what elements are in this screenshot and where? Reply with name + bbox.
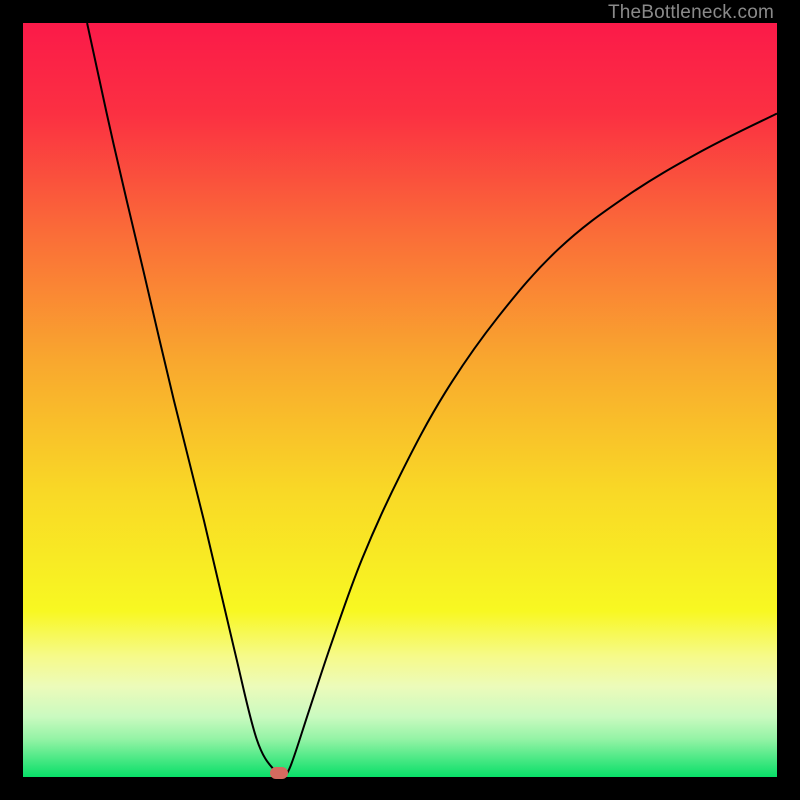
chart-frame [23, 23, 777, 777]
optimal-point-marker [270, 767, 288, 779]
watermark-text: TheBottleneck.com [608, 2, 774, 24]
bottleneck-curve [23, 23, 777, 777]
